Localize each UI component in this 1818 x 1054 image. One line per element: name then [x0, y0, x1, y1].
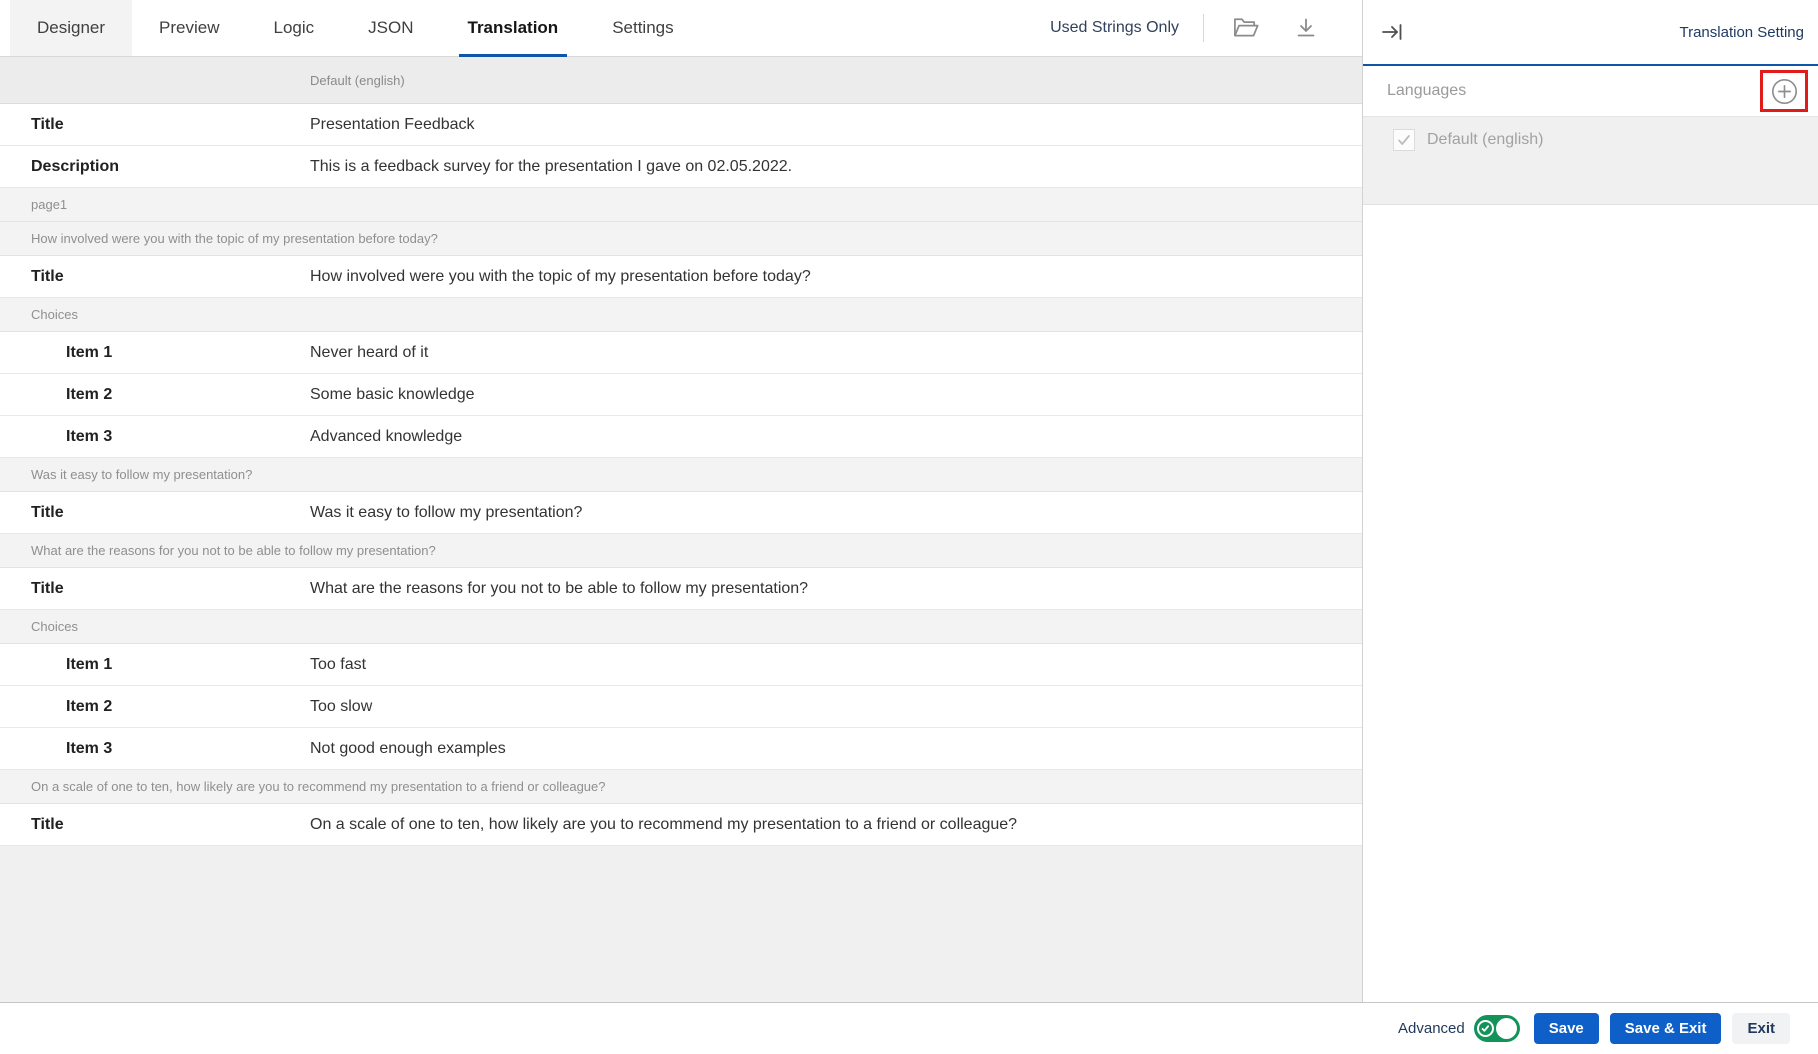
table-group-row: Choices — [0, 298, 1362, 332]
row-translation-value[interactable]: Not good enough examples — [310, 740, 1362, 758]
toolbar-divider — [1203, 14, 1204, 42]
row-label: Title — [0, 816, 310, 834]
check-icon — [1396, 132, 1412, 148]
table-row: TitlePresentation Feedback — [0, 104, 1362, 146]
panel-title: Translation Setting — [1679, 24, 1804, 41]
tab-designer[interactable]: Designer — [10, 0, 132, 56]
row-label: Item 3 — [0, 740, 310, 758]
table-header-language-label: Default (english) — [0, 73, 405, 88]
row-translation-value[interactable]: Advanced knowledge — [310, 428, 1362, 446]
table-group-row: Choices — [0, 610, 1362, 644]
row-translation-value[interactable]: What are the reasons for you not to be a… — [310, 580, 1362, 598]
table-row: DescriptionThis is a feedback survey for… — [0, 146, 1362, 188]
plus-circle-icon — [1770, 77, 1799, 106]
table-row: Item 2Some basic knowledge — [0, 374, 1362, 416]
main-row: DesignerPreviewLogicJSONTranslationSetti… — [0, 0, 1818, 1002]
table-group-row: On a scale of one to ten, how likely are… — [0, 770, 1362, 804]
tab-logic[interactable]: Logic — [247, 0, 342, 56]
table-row: Item 2Too slow — [0, 686, 1362, 728]
row-label: Item 2 — [0, 386, 310, 404]
table-group-row: Was it easy to follow my presentation? — [0, 458, 1362, 492]
arrow-to-bar-right-icon — [1379, 19, 1405, 45]
download-icon — [1294, 16, 1318, 40]
used-strings-only-option[interactable]: Used Strings Only — [1050, 19, 1179, 37]
translation-table: Default (english) TitlePresentation Feed… — [0, 57, 1362, 1002]
collapse-panel-button[interactable] — [1375, 15, 1409, 49]
table-row: Item 1Too fast — [0, 644, 1362, 686]
open-folder-icon — [1232, 16, 1260, 40]
language-list: Default (english) — [1363, 117, 1818, 205]
row-label: Item 2 — [0, 698, 310, 716]
tab-translation[interactable]: Translation — [441, 0, 586, 56]
tab-json[interactable]: JSON — [341, 0, 440, 56]
row-translation-value[interactable]: Was it easy to follow my presentation? — [310, 504, 1362, 522]
row-label: Item 1 — [0, 656, 310, 674]
add-language-highlight-annotation — [1760, 70, 1808, 112]
panel-header: Translation Setting — [1363, 0, 1818, 66]
languages-label: Languages — [1387, 82, 1466, 100]
save-exit-button[interactable]: Save & Exit — [1610, 1013, 1722, 1044]
language-item-default: Default (english) — [1393, 129, 1818, 151]
row-label: Item 3 — [0, 428, 310, 446]
language-label: Default (english) — [1427, 131, 1544, 149]
row-label: Title — [0, 580, 310, 598]
row-translation-value[interactable]: Some basic knowledge — [310, 386, 1362, 404]
row-translation-value[interactable]: Never heard of it — [310, 344, 1362, 362]
row-translation-value[interactable]: Presentation Feedback — [310, 116, 1362, 134]
toggle-check-icon — [1477, 1020, 1494, 1037]
row-translation-value[interactable]: Too fast — [310, 656, 1362, 674]
table-row: TitleWhat are the reasons for you not to… — [0, 568, 1362, 610]
save-button[interactable]: Save — [1534, 1013, 1599, 1044]
table-row: TitleOn a scale of one to ten, how likel… — [0, 804, 1362, 846]
tab-settings[interactable]: Settings — [585, 0, 700, 56]
language-checkbox-checked-disabled — [1393, 129, 1415, 151]
tab-preview[interactable]: Preview — [132, 0, 246, 56]
row-translation-value[interactable]: How involved were you with the topic of … — [310, 268, 1362, 286]
import-translations-button[interactable] — [1228, 12, 1264, 44]
toggle-knob — [1496, 1018, 1517, 1039]
left-pane: DesignerPreviewLogicJSONTranslationSetti… — [0, 0, 1363, 1002]
advanced-toggle-on[interactable] — [1474, 1015, 1520, 1042]
row-translation-value[interactable]: This is a feedback survey for the presen… — [310, 158, 1362, 176]
table-group-row: page1 — [0, 188, 1362, 222]
table-row: Item 3Advanced knowledge — [0, 416, 1362, 458]
translation-settings-panel: Translation Setting Languages — [1363, 0, 1818, 1002]
survey-creator-app: DesignerPreviewLogicJSONTranslationSetti… — [0, 0, 1818, 1054]
exit-button[interactable]: Exit — [1732, 1013, 1790, 1044]
table-group-row: How involved were you with the topic of … — [0, 222, 1362, 256]
table-row: Item 3Not good enough examples — [0, 728, 1362, 770]
row-translation-value[interactable]: Too slow — [310, 698, 1362, 716]
row-label: Item 1 — [0, 344, 310, 362]
advanced-label: Advanced — [1398, 1020, 1465, 1037]
row-label: Title — [0, 504, 310, 522]
row-label: Title — [0, 268, 310, 286]
languages-section-header: Languages — [1363, 66, 1818, 117]
panel-empty-area — [1363, 205, 1818, 1002]
toolbar-right: Used Strings Only — [1050, 0, 1362, 56]
tab-bar: DesignerPreviewLogicJSONTranslationSetti… — [0, 0, 1362, 57]
table-row: TitleHow involved were you with the topi… — [0, 256, 1362, 298]
table-row: Item 1Never heard of it — [0, 332, 1362, 374]
add-language-button[interactable] — [1770, 77, 1799, 106]
table-header-row: Default (english) — [0, 57, 1362, 104]
row-label: Title — [0, 116, 310, 134]
table-body: TitlePresentation FeedbackDescriptionThi… — [0, 104, 1362, 846]
table-group-row: What are the reasons for you not to be a… — [0, 534, 1362, 568]
table-row: TitleWas it easy to follow my presentati… — [0, 492, 1362, 534]
footer-bar: Advanced Save Save & Exit Exit — [0, 1002, 1818, 1054]
export-translations-button[interactable] — [1290, 12, 1322, 44]
row-label: Description — [0, 158, 310, 176]
row-translation-value[interactable]: On a scale of one to ten, how likely are… — [310, 816, 1362, 834]
